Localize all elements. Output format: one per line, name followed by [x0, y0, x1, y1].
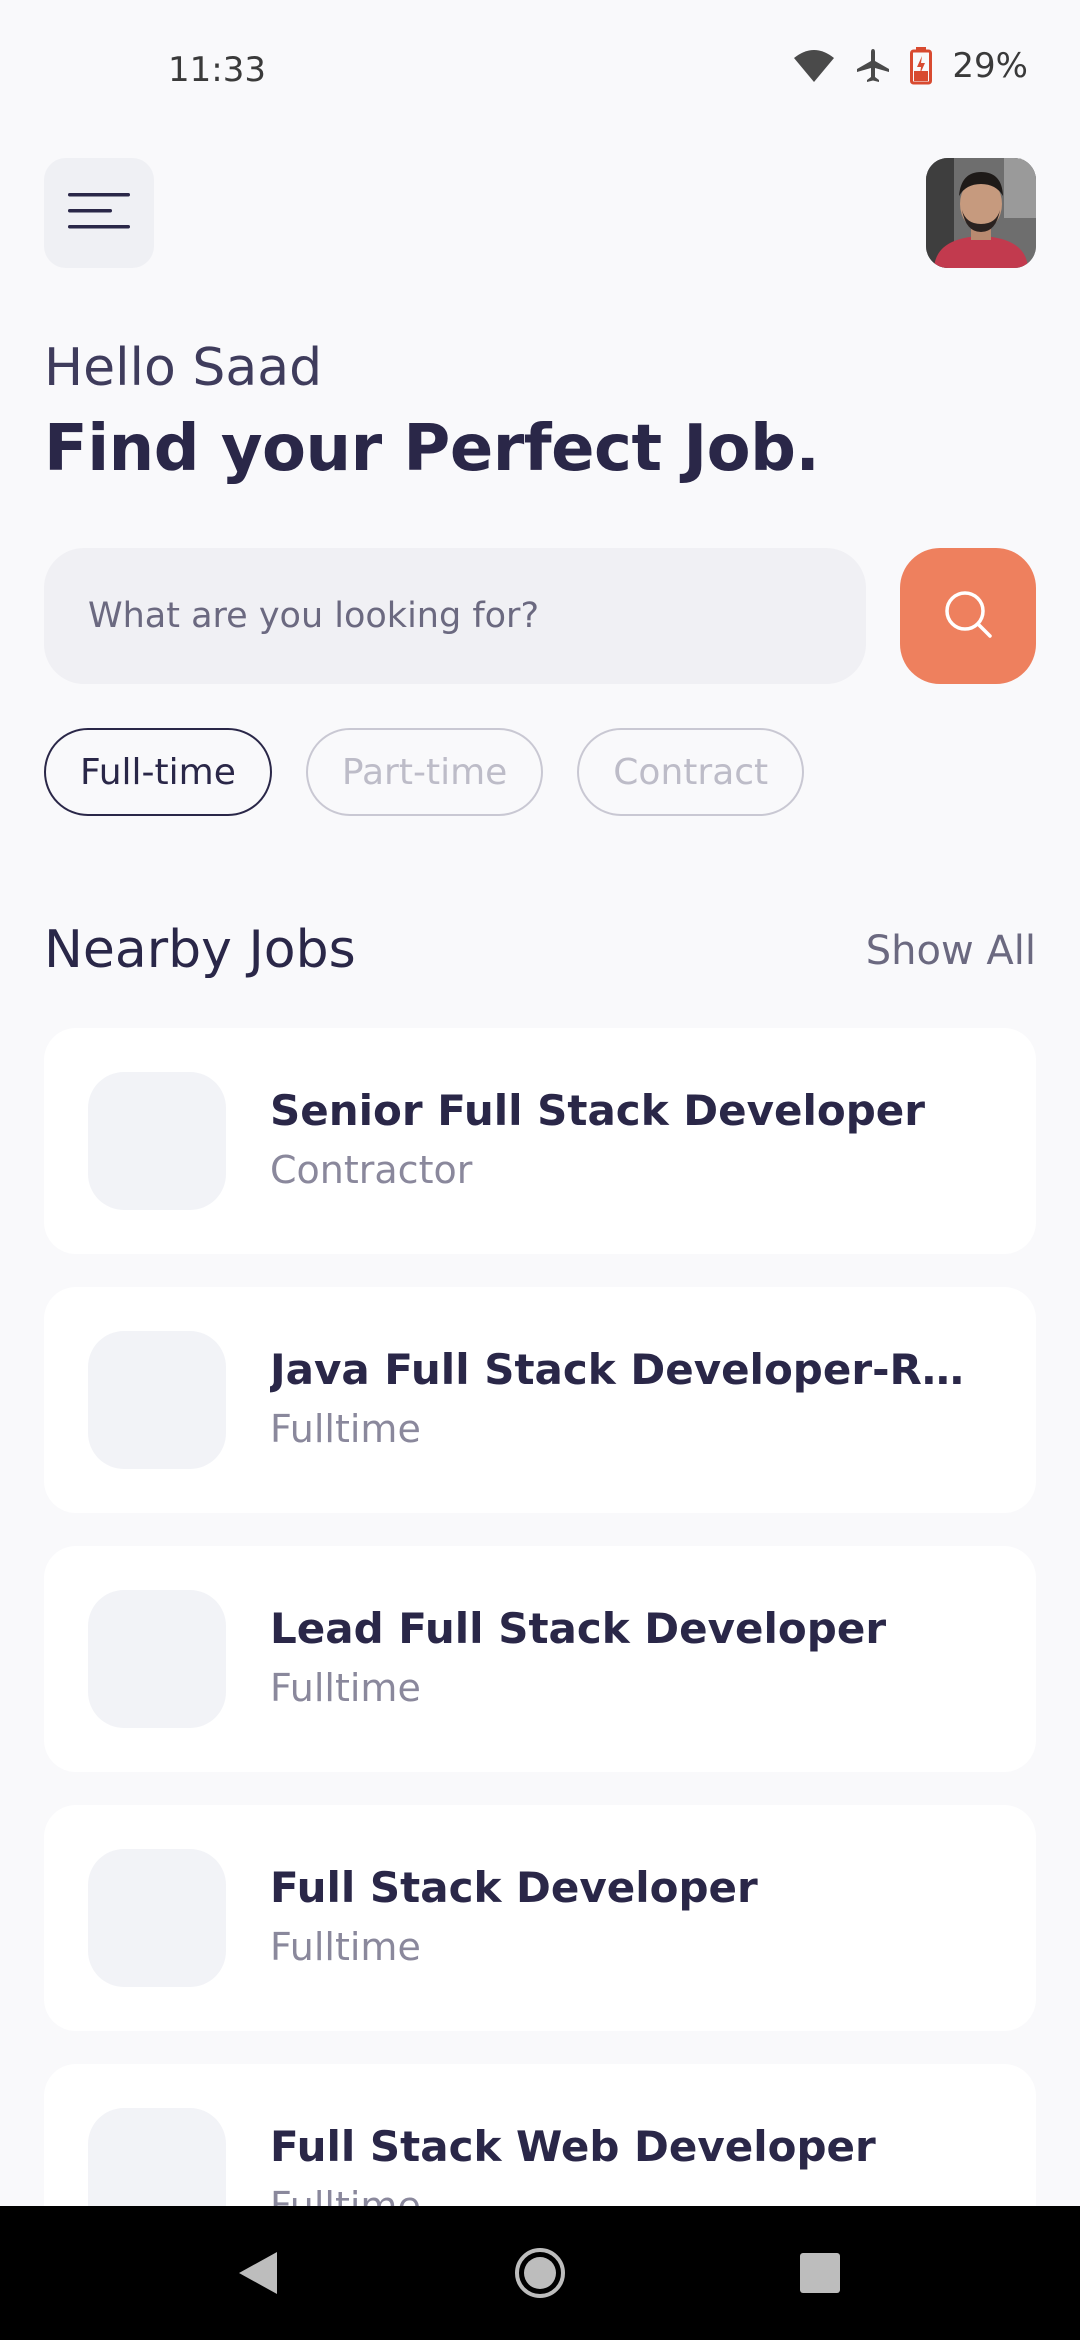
job-card[interactable]: Java Full Stack Developer-Rob… Fulltime	[44, 1287, 1036, 1513]
job-title: Java Full Stack Developer-Rob…	[270, 1345, 990, 1394]
nearby-jobs-title: Nearby Jobs	[44, 920, 356, 980]
system-nav-bar	[0, 2206, 1080, 2340]
hamburger-menu-icon	[68, 191, 130, 235]
job-type: Fulltime	[270, 1407, 421, 1451]
show-all-link[interactable]: Show All	[866, 928, 1036, 974]
menu-button[interactable]	[44, 158, 154, 268]
user-avatar[interactable]	[926, 158, 1036, 268]
company-logo	[88, 2108, 226, 2206]
job-type-filters: Full-time Part-time Contract	[44, 728, 805, 816]
job-type: Fulltime	[270, 2184, 421, 2206]
filter-chip-contract[interactable]: Contract	[577, 728, 805, 816]
search-input[interactable]	[88, 596, 866, 636]
job-card[interactable]: Full Stack Web Developer Fulltime	[44, 2064, 1036, 2206]
job-title: Senior Full Stack Developer	[270, 1086, 925, 1135]
filter-chip-full-time[interactable]: Full-time	[44, 728, 272, 816]
page-headline: Find your Perfect Job.	[44, 412, 820, 486]
filter-chip-part-time[interactable]: Part-time	[305, 728, 544, 816]
recents-icon[interactable]	[799, 2252, 841, 2294]
back-icon[interactable]	[237, 2250, 279, 2296]
battery-icon	[910, 47, 933, 85]
airplane-icon	[854, 47, 892, 85]
status-bar: 11:33 29%	[0, 0, 1080, 140]
status-icons: 29%	[792, 46, 1028, 86]
search-icon	[940, 586, 996, 646]
job-card[interactable]: Full Stack Developer Fulltime	[44, 1805, 1036, 2031]
job-title: Full Stack Web Developer	[270, 2122, 876, 2171]
battery-percent: 29%	[952, 46, 1028, 86]
search-button[interactable]	[900, 548, 1036, 684]
job-card[interactable]: Senior Full Stack Developer Contractor	[44, 1028, 1036, 1254]
wifi-icon	[792, 48, 836, 84]
company-logo	[88, 1849, 226, 1987]
job-type: Contractor	[270, 1148, 473, 1192]
job-type: Fulltime	[270, 1666, 421, 1710]
company-logo	[88, 1590, 226, 1728]
company-logo	[88, 1072, 226, 1210]
status-time: 11:33	[168, 50, 266, 90]
job-list: Senior Full Stack Developer Contractor J…	[44, 1028, 1036, 2206]
job-title: Lead Full Stack Developer	[270, 1604, 887, 1653]
home-icon[interactable]	[514, 2247, 566, 2299]
job-card[interactable]: Lead Full Stack Developer Fulltime	[44, 1546, 1036, 1772]
search-field[interactable]	[44, 548, 866, 684]
company-logo	[88, 1331, 226, 1469]
screen: 11:33 29% Hello Saad Find your Perfect J…	[0, 0, 1080, 2340]
job-type: Fulltime	[270, 1925, 421, 1969]
job-title: Full Stack Developer	[270, 1863, 758, 1912]
greeting-text: Hello Saad	[44, 338, 323, 398]
